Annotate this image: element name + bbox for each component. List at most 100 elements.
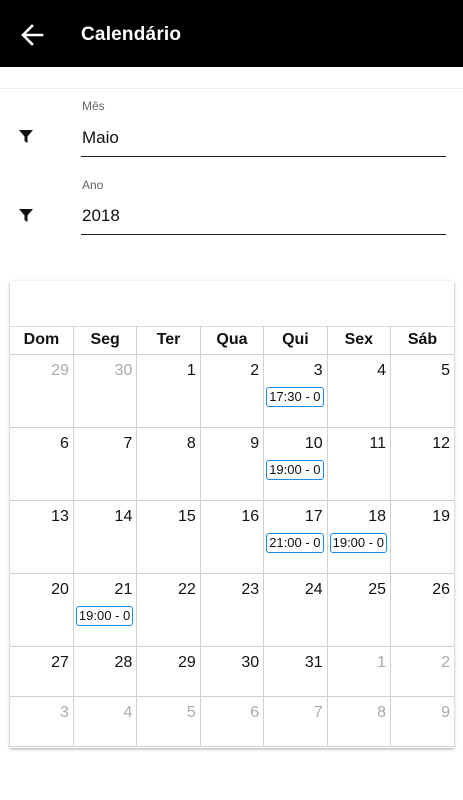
- day-number: 3: [60, 704, 69, 721]
- calendar-day-cell[interactable]: 7: [72, 427, 138, 501]
- weekday-header: Sex: [326, 326, 392, 355]
- calendar-day-cell[interactable]: 20: [10, 573, 74, 647]
- calendar-day-cell[interactable]: 6: [199, 696, 265, 747]
- back-button[interactable]: [18, 22, 46, 48]
- calendar-day-cell[interactable]: 29: [10, 354, 74, 428]
- calendar-day-cell[interactable]: 12: [390, 427, 454, 501]
- day-number: 17: [304, 508, 323, 525]
- calendar-day-cell[interactable]: 8: [136, 427, 201, 501]
- day-number: 1: [377, 654, 387, 671]
- day-number: 29: [177, 654, 196, 671]
- calendar-day-cell[interactable]: 24: [263, 573, 328, 647]
- day-number: 30: [241, 654, 260, 671]
- calendar-day-cell[interactable]: 19: [390, 500, 454, 574]
- page-title: Calendário: [81, 24, 182, 45]
- calendar-day-cell[interactable]: 26: [390, 573, 454, 647]
- calendar-day-cell[interactable]: 3: [10, 696, 74, 747]
- calendar-day-cell[interactable]: 16: [199, 500, 265, 574]
- calendar-day-cell[interactable]: 4: [72, 696, 138, 747]
- calendar-event[interactable]: 17:30 - 0: [266, 387, 324, 407]
- day-number: 20: [51, 581, 69, 598]
- calendar-day-cell[interactable]: 30: [72, 354, 138, 428]
- calendar-header: [10, 281, 454, 327]
- calendar-day-cell[interactable]: 28: [72, 646, 138, 697]
- weekday-header: Qui: [263, 326, 328, 355]
- day-number: 7: [313, 704, 323, 721]
- calendar-day-cell[interactable]: 1: [136, 354, 201, 428]
- calendar-event[interactable]: 21:00 - 0: [266, 533, 324, 553]
- calendar-day-cell[interactable]: 27: [10, 646, 74, 697]
- weekday-header: Dom: [10, 326, 74, 355]
- calendar-week-row: 3 4 5 6 7 8 9: [10, 696, 454, 747]
- calendar-week-row: 29 30 1 2 3 17:30 - 0 4 5: [10, 354, 454, 428]
- calendar-grid: Dom Seg Ter Qua Qui Sex Sáb 29 30 1 2 3 17:30…: [10, 326, 454, 747]
- calendar-day-cell[interactable]: 7: [263, 696, 328, 747]
- day-number: 29: [51, 362, 69, 379]
- day-number: 9: [250, 435, 260, 452]
- day-number: 6: [250, 704, 260, 721]
- day-number: 5: [186, 704, 196, 721]
- calendar-day-cell[interactable]: 15: [136, 500, 201, 574]
- calendar-week-row: 27 28 29 30 31 1 2: [10, 646, 454, 697]
- day-number: 23: [241, 581, 260, 598]
- calendar-day-cell[interactable]: 4: [326, 354, 392, 428]
- calendar-day-cell[interactable]: 29: [136, 646, 201, 697]
- day-number: 28: [114, 654, 133, 671]
- calendar-day-cell[interactable]: 2: [390, 646, 454, 697]
- calendar-day-cell[interactable]: 1: [326, 646, 392, 697]
- day-number: 9: [441, 704, 450, 721]
- calendar-day-cell[interactable]: 11: [326, 427, 392, 501]
- calendar-day-cell[interactable]: 3 17:30 - 0: [263, 354, 328, 428]
- calendar-day-cell[interactable]: 9: [390, 696, 454, 747]
- arrow-left-icon: [21, 24, 44, 46]
- calendar-day-cell[interactable]: 25: [326, 573, 392, 647]
- divider: [0, 88, 463, 89]
- month-select[interactable]: Maio: [82, 128, 119, 148]
- app-bar: Calendário: [0, 0, 463, 67]
- calendar-day-cell[interactable]: 5: [136, 696, 201, 747]
- day-number: 24: [304, 581, 323, 598]
- calendar-week-row: 13 14 15 16 17 21:00 - 0 18 19:00 - 0 19: [10, 500, 454, 574]
- calendar-week-row: 20 21 19:00 - 0 22 23 24 25 26: [10, 573, 454, 647]
- calendar-day-cell[interactable]: 17 21:00 - 0: [263, 500, 328, 574]
- calendar-day-cell[interactable]: 23: [199, 573, 265, 647]
- day-number: 14: [114, 508, 133, 525]
- calendar-day-cell[interactable]: 21 19:00 - 0: [72, 573, 138, 647]
- weekday-header: Sáb: [390, 326, 454, 355]
- day-number: 15: [177, 508, 196, 525]
- calendar-day-cell[interactable]: 30: [199, 646, 265, 697]
- calendar-day-cell[interactable]: 10 19:00 - 0: [263, 427, 328, 501]
- calendar-day-cell[interactable]: 6: [10, 427, 74, 501]
- day-number: 30: [114, 362, 133, 379]
- calendar-day-cell[interactable]: 5: [390, 354, 454, 428]
- calendar-day-cell[interactable]: 9: [199, 427, 265, 501]
- day-number: 8: [377, 704, 387, 721]
- day-number: 8: [186, 435, 196, 452]
- day-number: 4: [123, 704, 133, 721]
- month-label: Mês: [82, 99, 105, 113]
- weekday-header: Ter: [136, 326, 201, 355]
- weekday-row: Dom Seg Ter Qua Qui Sex Sáb: [10, 326, 454, 355]
- calendar-card: Dom Seg Ter Qua Qui Sex Sáb 29 30 1 2 3 17:30…: [10, 281, 454, 748]
- calendar-day-cell[interactable]: 2: [199, 354, 265, 428]
- calendar-day-cell[interactable]: 18 19:00 - 0: [326, 500, 392, 574]
- weekday-header: Seg: [72, 326, 138, 355]
- day-number: 4: [377, 362, 387, 379]
- weekday-header: Qua: [199, 326, 265, 355]
- day-number: 6: [60, 435, 69, 452]
- day-number: 10: [304, 435, 323, 452]
- year-underline: [81, 234, 446, 235]
- day-number: 5: [441, 362, 450, 379]
- calendar-event[interactable]: 19:00 - 0: [75, 606, 134, 626]
- year-select[interactable]: 2018: [82, 206, 120, 226]
- calendar-day-cell[interactable]: 13: [10, 500, 74, 574]
- calendar-day-cell[interactable]: 22: [136, 573, 201, 647]
- filter-icon: [19, 209, 33, 222]
- calendar-day-cell[interactable]: 8: [326, 696, 392, 747]
- calendar-event[interactable]: 19:00 - 0: [266, 460, 324, 480]
- day-number: 16: [241, 508, 260, 525]
- day-number: 7: [123, 435, 133, 452]
- calendar-event[interactable]: 19:00 - 0: [329, 533, 388, 553]
- calendar-day-cell[interactable]: 14: [72, 500, 138, 574]
- calendar-day-cell[interactable]: 31: [263, 646, 328, 697]
